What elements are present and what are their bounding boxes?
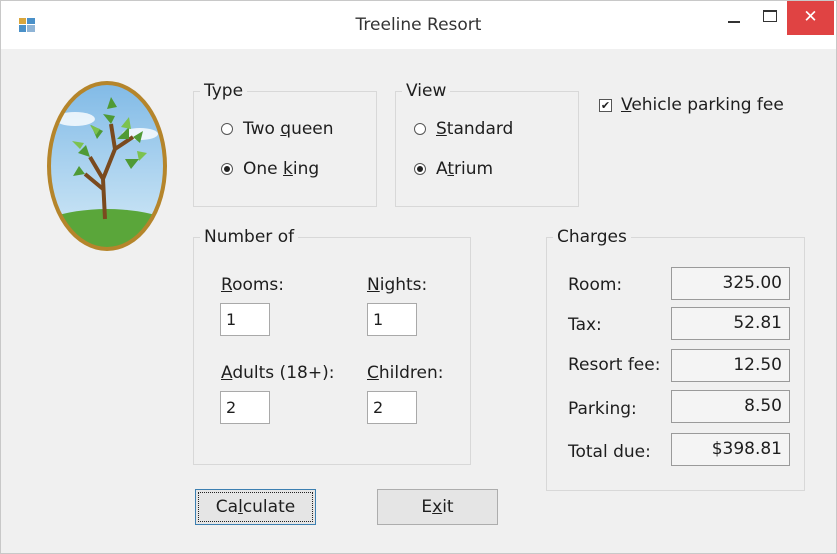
rooms-input[interactable]: 1 (220, 303, 270, 336)
two-queen-label: Two queen (243, 119, 334, 139)
atrium-label: Atrium (436, 159, 494, 179)
exit-button[interactable]: Exit (377, 489, 498, 525)
standard-radio[interactable]: Standard (414, 119, 513, 139)
app-window: Treeline Resort ✕ Type Two queen One kin… (0, 0, 837, 554)
nights-input[interactable]: 1 (367, 303, 417, 336)
checkmark-icon[interactable]: ✔ (599, 98, 612, 112)
rooms-label: Rooms: (221, 275, 285, 295)
minimize-button[interactable] (717, 5, 751, 39)
one-king-label: One king (243, 159, 320, 179)
standard-label: Standard (436, 119, 514, 139)
adults-input[interactable]: 2 (220, 391, 270, 424)
atrium-radio[interactable]: Atrium (414, 159, 493, 179)
one-king-radio[interactable]: One king (221, 159, 319, 179)
parking-charge-label: Parking: (568, 399, 637, 419)
type-group-legend: Type (204, 81, 244, 101)
atrium-radio-circle[interactable] (414, 163, 426, 175)
two-queen-radio-circle[interactable] (221, 123, 233, 135)
parking-charge-output: 8.50 (671, 390, 790, 423)
nights-label: Nights: (367, 275, 428, 295)
close-icon: ✕ (803, 7, 818, 27)
tax-charge-label: Tax: (568, 315, 602, 335)
calculate-button[interactable]: Calculate (195, 489, 316, 525)
resort-fee-output: 12.50 (671, 349, 790, 382)
total-due-output: $398.81 (671, 433, 790, 466)
title-bar[interactable]: Treeline Resort ✕ (1, 1, 836, 49)
total-due-label: Total due: (568, 442, 651, 462)
tax-charge-output: 52.81 (671, 307, 790, 340)
calculate-button-label: Calculate (215, 497, 296, 517)
view-group: View (395, 81, 579, 207)
close-button[interactable]: ✕ (787, 1, 834, 35)
children-input[interactable]: 2 (367, 391, 417, 424)
number-of-group-legend: Number of (204, 227, 295, 247)
two-queen-radio[interactable]: Two queen (221, 119, 334, 139)
standard-radio-circle[interactable] (414, 123, 426, 135)
resort-fee-label: Resort fee: (568, 355, 661, 375)
number-of-group: Number of (193, 227, 471, 465)
one-king-radio-circle[interactable] (221, 163, 233, 175)
maximize-button[interactable] (754, 1, 784, 35)
charges-group-legend: Charges (557, 227, 627, 247)
children-label: Children: (367, 363, 444, 383)
type-group: Type (193, 81, 377, 207)
exit-button-label: Exit (421, 497, 454, 517)
vehicle-parking-label: Vehicle parking fee (621, 95, 784, 115)
window-title: Treeline Resort (355, 15, 482, 35)
maximize-icon (763, 10, 777, 22)
tree-logo-image (47, 81, 167, 251)
room-charge-output: 325.00 (671, 267, 790, 300)
minimize-icon (728, 21, 740, 23)
view-group-legend: View (406, 81, 447, 101)
adults-label: Adults (18+): (221, 363, 335, 383)
room-charge-label: Room: (568, 275, 623, 295)
vehicle-parking-checkbox[interactable]: ✔ Vehicle parking fee (599, 95, 784, 115)
